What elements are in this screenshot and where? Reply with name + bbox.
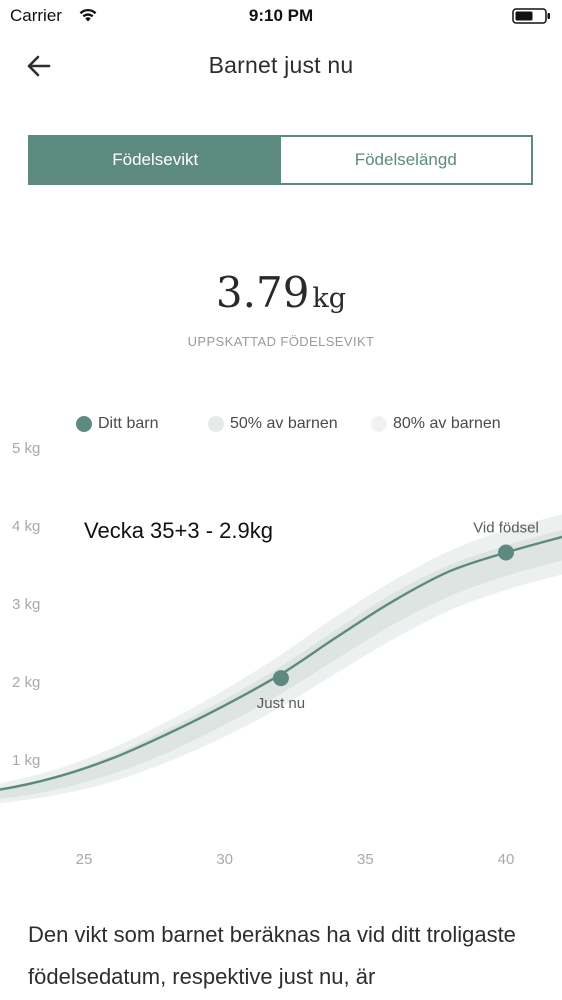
x-tick-label: 30	[216, 851, 233, 868]
data-point	[498, 544, 514, 561]
weight-chart: 5 kg 4 kg 3 kg 2 kg 1 kg 25 30 35 40 Vecka 35+3 -…	[0, 440, 562, 868]
y-tick-label: 5 kg	[12, 440, 40, 457]
tab-fodelsevikt[interactable]: Födelsevikt	[30, 137, 281, 183]
data-point	[272, 670, 289, 687]
page-title: Barnet just nu	[208, 52, 354, 78]
y-tick-label: 3 kg	[12, 596, 40, 613]
x-tick-label: 40	[498, 851, 515, 868]
chart-annotation: Vecka 35+3 - 2.9kg	[84, 518, 273, 543]
y-tick-label: 2 kg	[12, 674, 40, 691]
estimate-value: 3.79 kg	[0, 268, 562, 317]
data-point-label: Vid födsel	[473, 520, 539, 537]
estimate-number: 3.79	[215, 268, 310, 317]
estimate-caption: UPPSKATTAD FÖDELSEVIKT	[187, 334, 375, 349]
description-text: Den vikt som barnet beräknas ha vid ditt…	[28, 922, 516, 989]
status-bar: Carrier 9:10 PM	[0, 0, 562, 34]
y-tick-label: 1 kg	[12, 752, 40, 769]
status-time: 9:10 PM	[248, 6, 314, 25]
x-tick-label: 25	[76, 851, 93, 868]
x-tick-label: 35	[357, 851, 374, 868]
data-point-label: Just nu	[257, 695, 305, 712]
tab-fodelselangd[interactable]: Födelselängd	[280, 137, 531, 183]
estimate-unit: kg	[312, 283, 347, 314]
y-tick-label: 4 kg	[12, 518, 40, 535]
battery-icon	[512, 8, 550, 24]
segmented-control: Födelsevikt Födelselängd	[28, 135, 533, 185]
nav-bar: Barnet just nu	[0, 40, 562, 92]
